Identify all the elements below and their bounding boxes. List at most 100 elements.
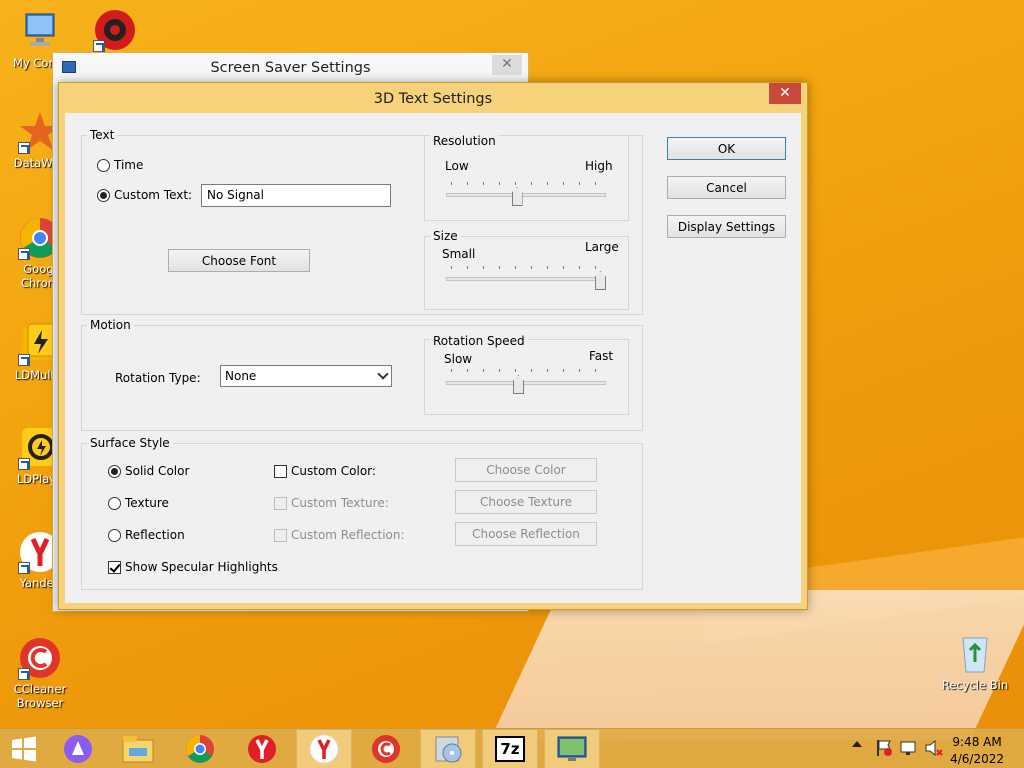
rotation-type-label: Rotation Type: bbox=[115, 371, 201, 385]
custom-texture-label: Custom Texture: bbox=[291, 496, 389, 510]
taskbar-file-explorer[interactable] bbox=[110, 729, 166, 768]
show-hidden-icons-icon[interactable] bbox=[852, 741, 862, 747]
windows-logo-icon bbox=[12, 736, 36, 762]
choose-color-button: Choose Color bbox=[455, 458, 597, 482]
radio-circle bbox=[108, 496, 121, 510]
surface-style-label: Surface Style bbox=[87, 436, 173, 450]
chevron-down-icon bbox=[377, 368, 389, 380]
screensaver-icon bbox=[557, 736, 587, 761]
volume-muted-icon[interactable] bbox=[924, 739, 943, 757]
radio-circle bbox=[97, 188, 110, 202]
taskbar-chrome[interactable] bbox=[172, 729, 228, 768]
custom-text-input[interactable]: No Signal bbox=[201, 184, 391, 207]
checkbox-box bbox=[274, 464, 287, 478]
driver-booster-icon bbox=[93, 8, 137, 52]
size-small-label: Small bbox=[442, 247, 476, 261]
taskbar-yandex-browser[interactable] bbox=[296, 729, 352, 768]
window-title: Screen Saver Settings bbox=[210, 60, 371, 76]
action-center-flag-icon[interactable] bbox=[876, 739, 892, 756]
clock[interactable]: 9:48 AM 4/6/2022 bbox=[950, 733, 1004, 766]
checkbox-box bbox=[274, 528, 287, 542]
title-bar[interactable]: Screen Saver Settings ✕ bbox=[53, 53, 528, 83]
taskbar-screensaver[interactable] bbox=[544, 729, 600, 768]
taskbar-alice[interactable] bbox=[50, 729, 106, 768]
taskbar: 7z 9:48 AM 4/6/2022 bbox=[0, 728, 1024, 768]
custom-color-checkbox[interactable]: Custom Color: bbox=[274, 464, 376, 478]
taskbar-yandex[interactable] bbox=[234, 729, 290, 768]
resolution-ticks bbox=[451, 182, 601, 185]
radio-circle bbox=[108, 464, 121, 478]
yandex-icon bbox=[248, 735, 276, 763]
desktop-icon-recycle-bin[interactable]: Recycle Bin bbox=[937, 632, 1013, 692]
size-label: Size bbox=[430, 229, 461, 243]
texture-radio[interactable]: Texture bbox=[108, 496, 169, 510]
taskbar-ccleaner[interactable] bbox=[358, 729, 414, 768]
resolution-low-label: Low bbox=[445, 159, 469, 173]
desktop-icon-label: Recycle Bin bbox=[941, 678, 1009, 692]
desktop-icon-ccleaner-browser[interactable]: CCleaner Browser bbox=[2, 636, 78, 710]
resolution-label: Resolution bbox=[430, 134, 499, 148]
time-radio[interactable]: Time bbox=[97, 158, 143, 172]
start-button[interactable] bbox=[0, 729, 48, 768]
3d-text-settings-dialog: 3D Text Settings ✕ Text Time Custom Text… bbox=[58, 82, 808, 610]
ccleaner-icon bbox=[372, 735, 400, 763]
system-tray bbox=[850, 739, 945, 761]
custom-text-radio[interactable]: Custom Text: bbox=[97, 188, 192, 202]
checkbox-box bbox=[108, 560, 121, 574]
ok-button[interactable]: OK bbox=[667, 137, 786, 160]
custom-reflection-checkbox: Custom Reflection: bbox=[274, 528, 405, 542]
alice-icon bbox=[64, 735, 92, 763]
checkbox-box bbox=[274, 496, 287, 510]
chrome-icon bbox=[186, 735, 214, 763]
recycle-bin-icon bbox=[953, 632, 997, 676]
computer-icon bbox=[18, 10, 62, 54]
resolution-high-label: High bbox=[585, 159, 613, 173]
close-button[interactable]: ✕ bbox=[492, 55, 522, 75]
solid-color-label: Solid Color bbox=[125, 464, 190, 478]
taskbar-7zip[interactable]: 7z bbox=[482, 729, 538, 768]
choose-font-button[interactable]: Choose Font bbox=[168, 249, 310, 272]
dialog-title-bar[interactable]: 3D Text Settings ✕ bbox=[59, 83, 807, 113]
7zip-icon: 7z bbox=[495, 736, 525, 762]
reflection-label: Reflection bbox=[125, 528, 185, 542]
dialog-client: Text Time Custom Text: No Signal Choose … bbox=[65, 113, 801, 603]
radio-circle bbox=[97, 158, 110, 172]
yandex-browser-icon bbox=[309, 734, 339, 764]
taskbar-media[interactable] bbox=[420, 729, 476, 768]
rotation-type-select[interactable]: None bbox=[220, 365, 392, 387]
rotation-speed-fast-label: Fast bbox=[589, 349, 614, 363]
resolution-group: Resolution bbox=[424, 134, 629, 221]
time-label: Time bbox=[114, 158, 144, 172]
clock-date: 4/6/2022 bbox=[950, 752, 1004, 766]
custom-color-label: Custom Color: bbox=[291, 464, 376, 478]
solid-color-radio[interactable]: Solid Color bbox=[108, 464, 189, 478]
size-large-label: Large bbox=[585, 240, 619, 254]
dialog-close-button[interactable]: ✕ bbox=[769, 83, 801, 104]
rotation-speed-ticks bbox=[451, 369, 601, 372]
show-specular-label: Show Specular Highlights bbox=[125, 560, 278, 574]
rotation-speed-label: Rotation Speed bbox=[430, 334, 528, 348]
show-specular-checkbox[interactable]: Show Specular Highlights bbox=[108, 560, 278, 574]
display-settings-button[interactable]: Display Settings bbox=[667, 215, 786, 238]
choose-texture-button: Choose Texture bbox=[455, 490, 597, 514]
motion-group-label: Motion bbox=[87, 318, 134, 332]
size-slider-track bbox=[446, 277, 606, 281]
choose-reflection-button: Choose Reflection bbox=[455, 522, 597, 546]
custom-reflection-label: Custom Reflection: bbox=[291, 528, 405, 542]
rotation-speed-slider-track bbox=[446, 381, 606, 385]
reflection-radio[interactable]: Reflection bbox=[108, 528, 185, 542]
text-group-label: Text bbox=[87, 128, 118, 142]
rotation-speed-slow-label: Slow bbox=[444, 352, 473, 366]
desktop-icon-label: CCleaner Browser bbox=[13, 682, 67, 710]
cancel-button[interactable]: Cancel bbox=[667, 176, 786, 199]
file-explorer-icon bbox=[122, 736, 154, 763]
resolution-slider-track bbox=[446, 193, 606, 197]
custom-text-label: Custom Text: bbox=[114, 188, 193, 202]
desktop-icon-driver-booster[interactable] bbox=[80, 8, 150, 54]
media-icon bbox=[435, 736, 462, 763]
custom-texture-checkbox: Custom Texture: bbox=[274, 496, 389, 510]
clock-time: 9:48 AM bbox=[952, 735, 1002, 749]
size-ticks bbox=[451, 266, 601, 269]
texture-label: Texture bbox=[125, 496, 169, 510]
network-icon[interactable] bbox=[900, 739, 916, 755]
